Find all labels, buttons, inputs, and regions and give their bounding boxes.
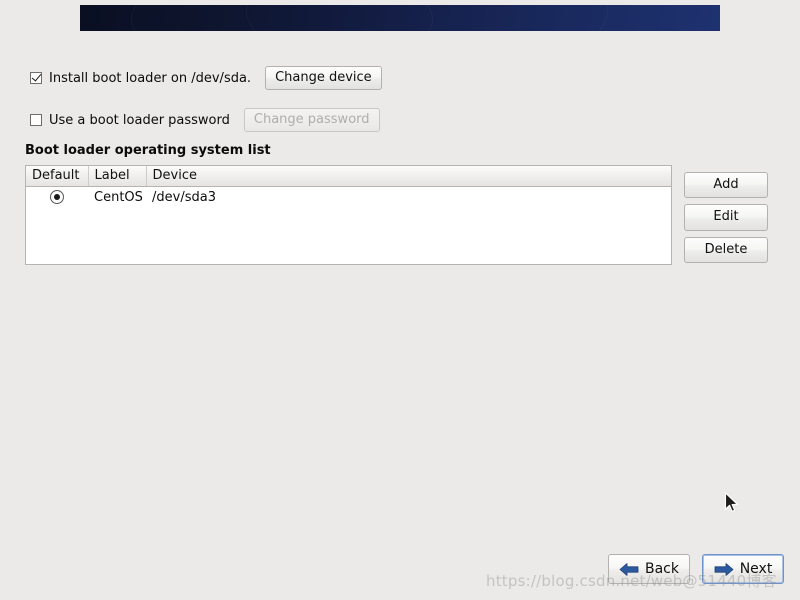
arrow-right-icon <box>714 562 734 576</box>
row-label-cell: CentOS <box>88 186 146 208</box>
table-row[interactable]: CentOS /dev/sda3 <box>26 186 671 208</box>
table-header-row: Default Label Device <box>26 166 671 187</box>
os-list-heading: Boot loader operating system list <box>25 143 271 158</box>
back-button[interactable]: Back <box>608 554 690 584</box>
mouse-cursor <box>724 492 738 512</box>
add-button[interactable]: Add <box>684 172 768 199</box>
column-header-device: Device <box>146 166 671 187</box>
install-bootloader-checkbox[interactable] <box>30 72 42 85</box>
back-button-label: Back <box>645 561 679 577</box>
bootloader-password-row: Use a boot loader password Change passwo… <box>30 108 380 133</box>
row-device-cell: /dev/sda3 <box>146 186 671 208</box>
bootloader-password-label: Use a boot loader password <box>49 112 230 128</box>
next-button-label: Next <box>739 561 773 577</box>
change-device-button[interactable]: Change device <box>265 66 382 91</box>
column-header-default: Default <box>26 166 89 187</box>
os-list-actions: Add Edit Delete <box>684 172 768 263</box>
os-list-table[interactable]: Default Label Device CentOS /dev/sda3 <box>25 165 672 265</box>
install-bootloader-row: Install boot loader on /dev/sda. Change … <box>30 66 382 91</box>
navigation-bar: Back Next <box>608 554 784 584</box>
row-default-cell[interactable] <box>26 186 88 208</box>
column-header-label: Label <box>88 166 147 187</box>
arrow-left-icon <box>619 562 639 576</box>
header-banner <box>80 0 720 75</box>
default-os-radio[interactable] <box>50 190 64 205</box>
delete-button[interactable]: Delete <box>684 236 768 263</box>
change-password-button: Change password <box>243 108 380 133</box>
next-button[interactable]: Next <box>702 554 784 584</box>
bootloader-password-checkbox[interactable] <box>30 114 42 127</box>
install-bootloader-label: Install boot loader on /dev/sda. <box>49 70 252 86</box>
edit-button[interactable]: Edit <box>684 204 768 231</box>
